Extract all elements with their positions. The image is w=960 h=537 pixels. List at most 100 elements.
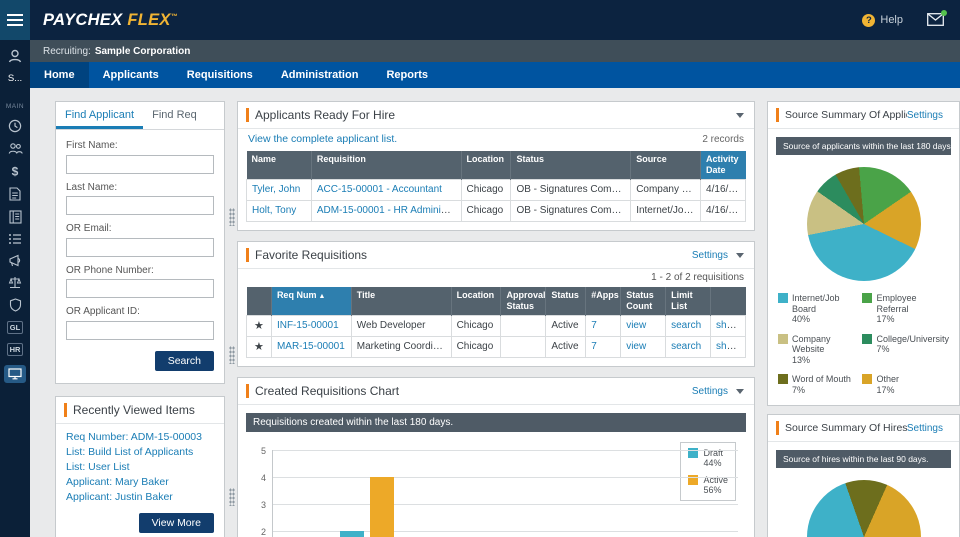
column-header[interactable]: Name — [247, 151, 312, 180]
column-header[interactable]: Location — [461, 151, 511, 180]
column-header[interactable]: Limit List — [666, 287, 711, 316]
nav-item-requisitions[interactable]: Requisitions — [173, 62, 267, 88]
ledger-icon[interactable] — [9, 210, 22, 224]
megaphone-icon[interactable] — [8, 254, 22, 267]
profile-avatar-icon[interactable] — [7, 48, 23, 64]
ready-for-hire-table: NameRequisitionLocationStatusSourceActiv… — [246, 151, 746, 222]
widget-drag-handle[interactable] — [229, 208, 235, 226]
shield-icon[interactable] — [9, 298, 22, 312]
search-link[interactable]: search — [671, 341, 701, 352]
req-num-link[interactable]: MAR-15-00001 — [277, 341, 345, 352]
recently-viewed-item[interactable]: Req Number: ADM-15-00003 — [66, 430, 214, 445]
last-name-input[interactable] — [66, 196, 214, 215]
column-header[interactable]: Activity Date — [701, 151, 746, 180]
column-header[interactable] — [711, 287, 746, 316]
search-form: First Name:Last Name:OR Email:OR Phone N… — [56, 130, 224, 383]
column-header[interactable] — [247, 287, 272, 316]
table-cell: Tyler, John — [247, 180, 312, 201]
table-cell: Internet/Job Board — [631, 201, 701, 222]
main-section-label: MAIN — [6, 103, 24, 110]
favorite-star-icon[interactable]: ★ — [247, 337, 272, 358]
nav-item-administration[interactable]: Administration — [267, 62, 373, 88]
column-header[interactable]: Req Num▲ — [271, 287, 351, 316]
recently-viewed-list: Req Number: ADM-15-00003List: Build List… — [56, 424, 224, 507]
search-link[interactable]: search — [671, 320, 701, 331]
people-icon[interactable] — [8, 142, 23, 155]
column-header[interactable]: Approval Status — [501, 287, 546, 316]
table-cell: INF-15-00001 — [271, 316, 351, 337]
view-link[interactable]: view — [626, 320, 646, 331]
legend-item: Draft44% — [688, 448, 728, 468]
column-header[interactable]: #Apps — [586, 287, 621, 316]
favorite-star-icon[interactable]: ★ — [247, 316, 272, 337]
widget-drag-handle[interactable] — [229, 488, 235, 506]
legend-item: Internet/Job Board40% — [778, 293, 860, 325]
search-button[interactable]: Search — [155, 351, 214, 371]
apps-count-link[interactable]: 7 — [591, 341, 597, 352]
column-header[interactable]: Source — [631, 151, 701, 180]
view-link[interactable]: view — [626, 341, 646, 352]
messages-button[interactable] — [927, 13, 944, 28]
view-complete-applicant-list-link[interactable]: View the complete applicant list. — [248, 133, 702, 145]
recently-viewed-item[interactable]: List: User List — [66, 460, 214, 475]
nav-item-reports[interactable]: Reports — [372, 62, 442, 88]
clock-icon[interactable] — [8, 119, 22, 133]
applicant-link[interactable]: Holt, Tony — [252, 205, 296, 216]
or-email-input[interactable] — [66, 238, 214, 257]
column-header[interactable]: Title — [351, 287, 451, 316]
column-header[interactable]: Status — [511, 151, 631, 180]
tab-find-applicant[interactable]: Find Applicant — [56, 102, 143, 129]
help-button[interactable]: ? Help — [862, 14, 903, 27]
nav-item-home[interactable]: Home — [30, 62, 89, 88]
table-cell: share — [711, 337, 746, 358]
column-header[interactable]: Requisition — [311, 151, 461, 180]
settings-link[interactable]: Settings — [692, 386, 728, 397]
table-cell: view — [621, 337, 666, 358]
created-requisitions-chart-widget: Created Requisitions Chart Settings Requ… — [237, 377, 755, 537]
nav-item-applicants[interactable]: Applicants — [89, 62, 173, 88]
dollar-icon[interactable]: $ — [8, 164, 22, 178]
widget-title: Source Summary Of Applicants — [785, 109, 907, 121]
hr-item[interactable]: HR — [7, 343, 24, 356]
top-bar: PAYCHEX FLEX™ ? Help — [0, 0, 960, 40]
recently-viewed-item[interactable]: Applicant: Mary Baker — [66, 475, 214, 490]
recruiting-monitor-item[interactable] — [4, 365, 26, 383]
help-label: Help — [880, 14, 903, 26]
legend-item: Word of Mouth7% — [778, 374, 860, 395]
apps-count-link[interactable]: 7 — [591, 320, 597, 331]
table-cell: Company Website — [631, 180, 701, 201]
settings-link[interactable]: Settings — [907, 110, 943, 121]
table-cell: Chicago — [461, 201, 511, 222]
column-header[interactable]: Location — [451, 287, 501, 316]
settings-link[interactable]: Settings — [692, 250, 728, 261]
collapse-chevron-icon[interactable] — [736, 113, 744, 118]
legend-item: Company Website13% — [778, 334, 860, 366]
requisition-link[interactable]: ACC-15-00001 - Accountant — [317, 184, 442, 195]
general-ledger-item[interactable]: GL — [7, 321, 23, 334]
list-icon[interactable] — [8, 233, 22, 245]
share-link[interactable]: share — [716, 320, 741, 331]
widget-drag-handle[interactable] — [229, 346, 235, 364]
or-phone-number-input[interactable] — [66, 279, 214, 298]
first-name-input[interactable] — [66, 155, 214, 174]
scales-icon[interactable] — [8, 276, 22, 289]
profile-name-label[interactable]: S... — [8, 73, 22, 84]
collapse-chevron-icon[interactable] — [736, 253, 744, 258]
requisition-link[interactable]: ADM-15-00001 - HR Administrator — [317, 205, 461, 216]
tab-find-req[interactable]: Find Req — [143, 102, 206, 129]
column-header[interactable]: Status Count — [621, 287, 666, 316]
bar-active — [370, 477, 394, 537]
settings-link[interactable]: Settings — [907, 423, 943, 434]
collapse-chevron-icon[interactable] — [736, 389, 744, 394]
share-link[interactable]: share — [716, 341, 741, 352]
recently-viewed-item[interactable]: Applicant: Justin Baker — [66, 490, 214, 505]
recently-viewed-item[interactable]: List: Build List of Applicants — [66, 445, 214, 460]
document-icon[interactable] — [9, 187, 21, 201]
view-more-button[interactable]: View More — [139, 513, 214, 533]
req-num-link[interactable]: INF-15-00001 — [277, 320, 339, 331]
or-applicant-id-input[interactable] — [66, 321, 214, 340]
applicant-link[interactable]: Tyler, John — [252, 184, 300, 195]
or-email-label: OR Email: — [66, 223, 214, 234]
column-header[interactable]: Status — [546, 287, 586, 316]
hamburger-menu-icon[interactable] — [0, 0, 30, 40]
